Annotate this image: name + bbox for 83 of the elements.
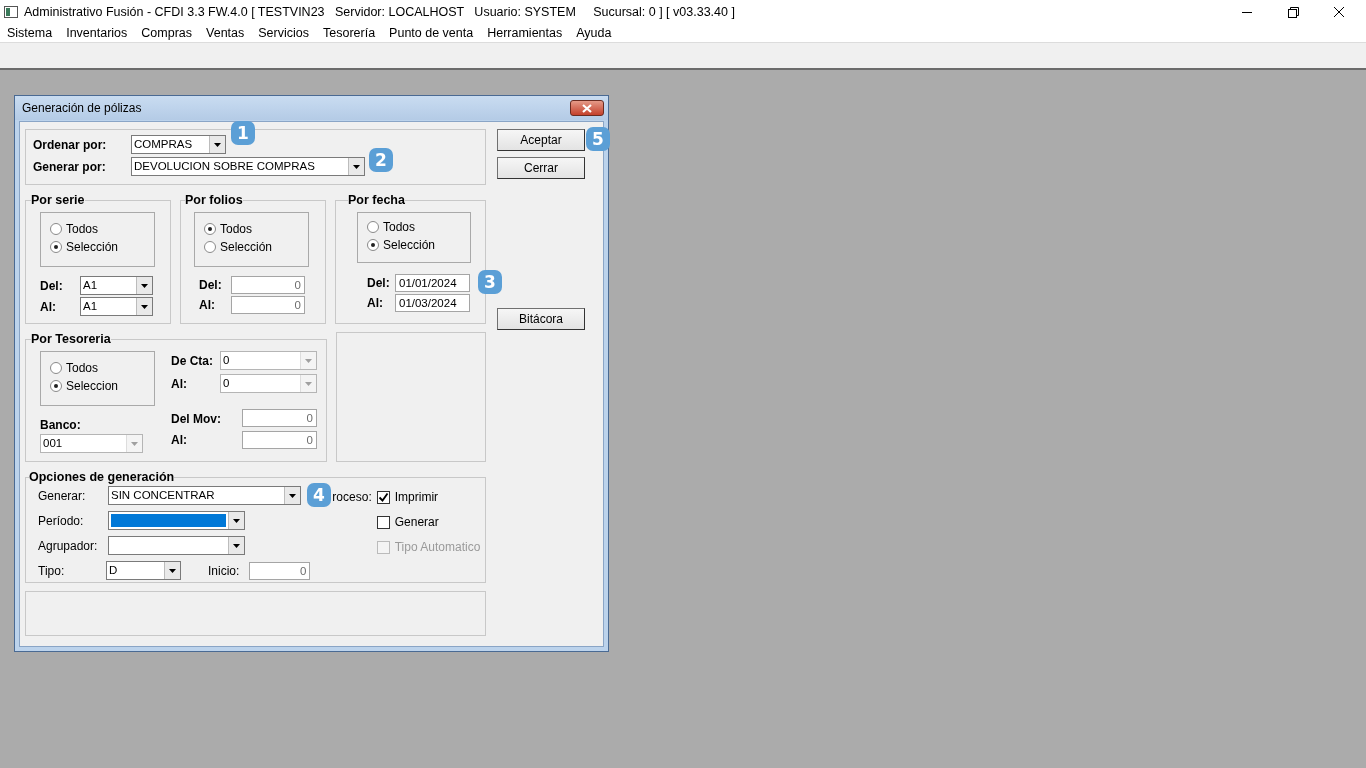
radio-option[interactable]: Selección	[50, 239, 154, 254]
field-label: Generar:	[38, 488, 86, 503]
input-field[interactable]: 0	[242, 409, 317, 427]
field-label: Generar por:	[33, 159, 106, 174]
field-label: Agrupador:	[38, 538, 98, 553]
caret-icon	[169, 568, 176, 573]
menu-item[interactable]: Ayuda	[576, 26, 612, 40]
field-label: Al:	[171, 433, 188, 447]
radio-option[interactable]: Selección	[204, 239, 308, 254]
callout-badge: 2	[369, 148, 393, 172]
caret-icon	[233, 518, 240, 523]
group-title: Por folios	[185, 193, 243, 207]
caret-icon	[289, 493, 296, 498]
dropdown[interactable]	[108, 536, 245, 555]
menu-item[interactable]: Punto de venta	[389, 26, 474, 40]
menu-item[interactable]: Servicios	[258, 26, 309, 40]
dropdown[interactable]: DEVOLUCION SOBRE COMPRAS	[131, 157, 365, 176]
field-label: Del:	[199, 278, 222, 292]
menu-item[interactable]: Sistema	[7, 26, 53, 40]
dialog-button[interactable]: Cerrar	[497, 157, 585, 179]
dialog-button[interactable]: Aceptar	[497, 129, 585, 151]
close-button[interactable]	[570, 100, 604, 116]
dropdown[interactable]: A1	[80, 297, 153, 316]
field-label: Del:	[40, 278, 63, 293]
checkbox[interactable]: Generar	[376, 514, 481, 530]
field-label: Ordenar por:	[33, 137, 107, 152]
caret-icon	[131, 441, 138, 446]
input-field[interactable]: 0	[231, 296, 305, 314]
callout-badge: 5	[586, 127, 610, 151]
dropdown[interactable]	[108, 511, 245, 530]
field-label: Al:	[367, 296, 383, 310]
app-icon	[4, 5, 18, 19]
caret-icon	[305, 381, 312, 386]
menu-item[interactable]: Ventas	[206, 26, 245, 40]
caret-icon	[141, 283, 148, 288]
input-field[interactable]: 0	[231, 276, 305, 294]
menu-item[interactable]: Herramientas	[487, 26, 563, 40]
radio-option[interactable]: Todos	[367, 219, 470, 234]
caret-icon	[214, 142, 221, 147]
menu-item[interactable]: Compras	[141, 26, 193, 40]
caret-icon	[305, 358, 312, 363]
radio-option[interactable]: Selección	[367, 237, 470, 252]
field-label: Del Mov:	[171, 412, 222, 426]
menu-item[interactable]: Tesorería	[323, 26, 376, 40]
checkmark-icon	[377, 491, 389, 503]
radio-option[interactable]: Todos	[50, 360, 154, 375]
input-field[interactable]: 0	[249, 561, 311, 580]
input-field[interactable]: 01/03/2024	[395, 294, 470, 312]
field-label: Inicio:	[208, 563, 240, 578]
field-label: Al:	[40, 299, 56, 314]
input-field[interactable]: 0	[242, 431, 317, 449]
field-label: Período:	[38, 513, 84, 528]
callout-badge: 1	[231, 121, 255, 145]
checkbox[interactable]: Imprimir	[376, 489, 481, 505]
caret-icon	[141, 304, 148, 309]
group-title: Opciones de generación	[29, 470, 175, 484]
input-field[interactable]: 01/01/2024	[395, 274, 470, 292]
radio-option[interactable]: Todos	[204, 221, 308, 236]
dropdown[interactable]: SIN CONCENTRAR	[108, 486, 301, 505]
window-title: Administrativo Fusión - CFDI 3.3 FW.4.0 [ TESTVIN23 Servidor: LOCALHOST Usuario: SYSTEM Sucursal: 0 ] [ v03.33.40 ]	[24, 5, 736, 19]
menu-item[interactable]: Inventarios	[66, 26, 128, 40]
dropdown[interactable]: COMPRAS	[131, 135, 226, 154]
field-label: Tipo:	[38, 563, 65, 578]
bitacora-button[interactable]: Bitácora	[497, 308, 585, 330]
callout-badge: 3	[478, 270, 502, 294]
group-title: Por serie	[31, 193, 85, 207]
field-label: Al:	[171, 376, 188, 391]
caret-icon	[353, 164, 360, 169]
caret-icon	[233, 543, 240, 548]
group-title: Por Tesoreria	[31, 332, 111, 346]
field-label: roceso:	[332, 490, 372, 504]
radio-option[interactable]: Seleccion	[50, 378, 154, 393]
dropdown[interactable]: A1	[80, 276, 153, 295]
field-label: Banco:	[40, 418, 82, 432]
dialog-title: Generación de pólizas	[22, 101, 142, 115]
radio-option[interactable]: Todos	[50, 221, 154, 236]
dropdown[interactable]: D	[106, 561, 181, 580]
field-label: Al:	[199, 298, 215, 312]
close-icon	[582, 103, 592, 113]
field-label: Del:	[367, 276, 390, 290]
field-label: De Cta:	[171, 353, 214, 368]
callout-badge: 4	[307, 483, 331, 507]
group-title: Por fecha	[348, 193, 405, 207]
